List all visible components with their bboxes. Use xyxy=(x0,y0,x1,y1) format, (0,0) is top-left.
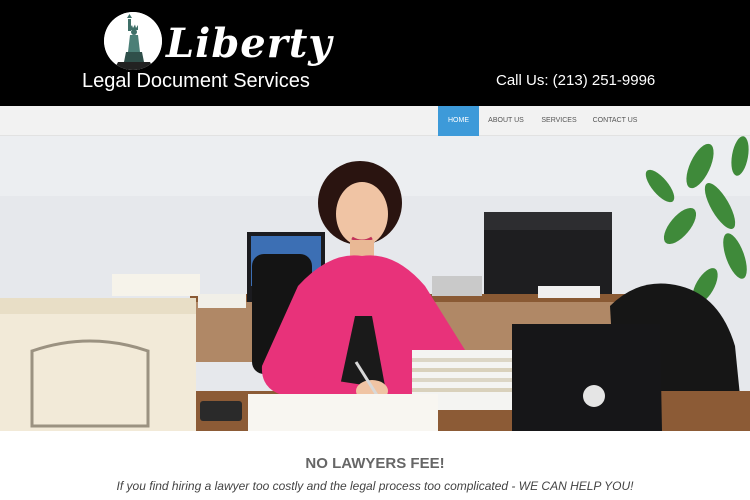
hero-image xyxy=(0,136,750,431)
nav-contact-us[interactable]: CONTACT US xyxy=(590,106,640,136)
tagline: If you find hiring a lawyer too costly a… xyxy=(116,479,634,493)
nav-services[interactable]: SERVICES xyxy=(536,106,582,136)
nav-home[interactable]: HOME xyxy=(438,106,479,136)
site-header: Liberty Legal Document Services Call Us:… xyxy=(0,0,750,106)
phone-number[interactable]: Call Us: (213) 251-9996 xyxy=(496,71,655,91)
headline: NO LAWYERS FEE! xyxy=(305,455,445,472)
nav-about-us[interactable]: ABOUT US xyxy=(482,106,530,136)
statue-of-liberty-icon[interactable] xyxy=(104,12,162,70)
main-nav: HOME ABOUT US SERVICES CONTACT US xyxy=(0,106,750,136)
logo-subtitle: Legal Document Services xyxy=(82,70,310,92)
logo-wordmark[interactable]: Liberty xyxy=(166,22,333,66)
